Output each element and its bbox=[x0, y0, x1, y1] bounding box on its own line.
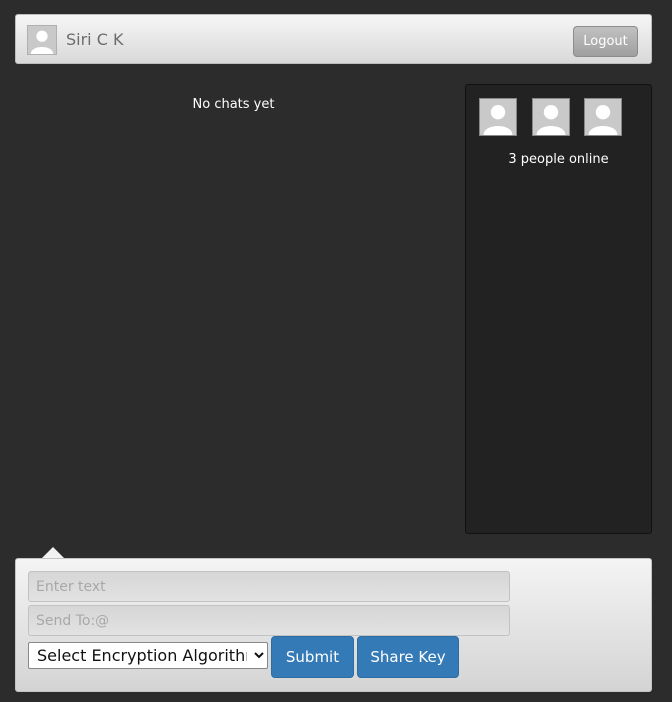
user-avatar-icon bbox=[27, 25, 57, 55]
recipient-input[interactable] bbox=[28, 605, 510, 636]
encryption-algorithm-select[interactable]: Select Encryption Algorithm bbox=[28, 642, 268, 669]
header-bar: Siri C K Logout bbox=[15, 14, 652, 64]
compose-pointer-arrow bbox=[42, 547, 64, 558]
share-key-button[interactable]: Share Key bbox=[357, 636, 459, 678]
online-user-avatar-icon[interactable] bbox=[532, 98, 570, 136]
submit-button[interactable]: Submit bbox=[271, 636, 354, 678]
message-input[interactable] bbox=[28, 571, 510, 602]
online-user-avatar-icon[interactable] bbox=[584, 98, 622, 136]
compose-panel: Select Encryption Algorithm Submit Share… bbox=[15, 558, 652, 692]
online-count-label: 3 people online bbox=[508, 152, 609, 167]
empty-chat-message: No chats yet bbox=[192, 97, 275, 112]
online-users-panel: 3 people online bbox=[465, 84, 652, 534]
chat-app: Siri C K Logout No chats yet 3 people on… bbox=[0, 0, 672, 702]
logout-button[interactable]: Logout bbox=[573, 26, 638, 57]
user-name: Siri C K bbox=[66, 30, 124, 49]
online-user-avatar-icon[interactable] bbox=[479, 98, 517, 136]
